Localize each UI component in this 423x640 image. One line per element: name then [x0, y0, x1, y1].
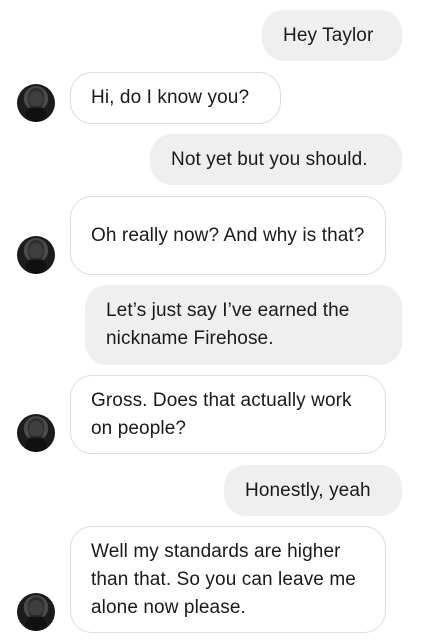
message-outgoing[interactable]: Hey Taylor [262, 10, 402, 61]
message-text: Let’s just say I’ve earned the nickname … [106, 300, 350, 349]
message-outgoing[interactable]: Not yet but you should. [150, 134, 402, 185]
message-outgoing[interactable]: Honestly, yeah [224, 465, 402, 516]
profile-photo-icon [25, 240, 47, 274]
profile-photo-icon [25, 418, 47, 452]
message-text: Hi, do I know you? [91, 87, 250, 108]
message-text: Gross. Does that actually work on people… [91, 389, 352, 439]
avatar[interactable] [17, 593, 55, 631]
message-text: Well my standards are higher than that. … [91, 540, 356, 618]
avatar[interactable] [17, 236, 55, 274]
profile-photo-icon [25, 88, 47, 122]
message-outgoing[interactable]: Let’s just say I’ve earned the nickname … [85, 285, 402, 365]
message-incoming[interactable]: Hi, do I know you? [70, 72, 281, 124]
avatar[interactable] [17, 84, 55, 122]
chat-thread: Hey Taylor Hi, do I know you? Not yet bu… [0, 0, 423, 640]
avatar[interactable] [17, 414, 55, 452]
profile-photo-icon [25, 597, 47, 631]
message-incoming[interactable]: Well my standards are higher than that. … [70, 526, 386, 633]
message-text: Honestly, yeah [245, 479, 371, 501]
message-incoming[interactable]: Oh really now? And why is that? [70, 196, 386, 275]
message-text: Oh really now? And why is that? [91, 225, 365, 246]
message-text: Not yet but you should. [171, 148, 368, 170]
message-text: Hey Taylor [283, 24, 374, 46]
message-incoming[interactable]: Gross. Does that actually work on people… [70, 375, 386, 454]
